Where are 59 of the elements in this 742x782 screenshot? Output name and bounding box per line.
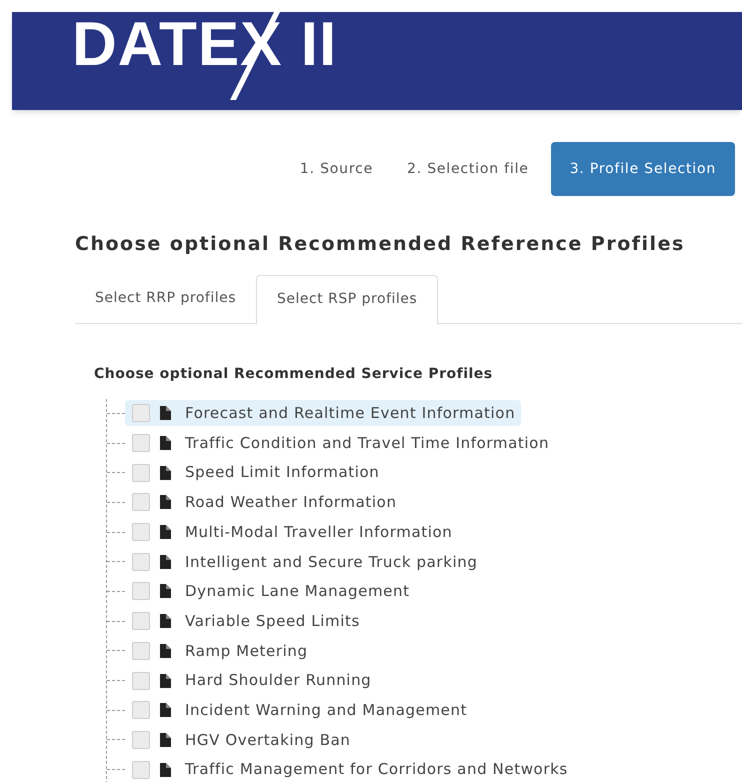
checkbox[interactable] <box>132 464 150 482</box>
tree-item[interactable]: Variable Speed Limits <box>125 608 366 634</box>
checkbox[interactable] <box>132 434 150 452</box>
profile-tab[interactable]: Select RRP profiles <box>75 274 256 322</box>
checkbox[interactable] <box>132 523 150 542</box>
tree-item[interactable]: Intelligent and Secure Truck parking <box>125 548 484 575</box>
tree-item[interactable]: Ramp Metering <box>125 638 314 664</box>
file-icon <box>160 674 171 688</box>
tree-item[interactable]: Dynamic Lane Management <box>125 578 416 604</box>
file-icon <box>160 525 171 540</box>
item-label: Road Weather Information <box>185 492 397 514</box>
item-label: HGV Overtaking Ban <box>185 730 351 751</box>
item-label: Traffic Management for Corridors and Networks <box>185 759 568 780</box>
checkbox[interactable] <box>132 552 150 571</box>
tree-item[interactable]: HGV Overtaking Ban <box>125 726 357 753</box>
tree-item[interactable]: Traffic Management for Corridors and Networks <box>125 756 574 782</box>
file-icon <box>160 614 171 628</box>
checkbox[interactable] <box>132 582 150 600</box>
file-icon <box>160 406 171 420</box>
item-label: Intelligent and Secure Truck parking <box>185 552 478 573</box>
item-label: Hard Shoulder Running <box>185 670 372 692</box>
checkbox[interactable] <box>132 642 150 660</box>
file-icon <box>160 436 171 450</box>
item-label: Variable Speed Limits <box>185 610 360 632</box>
item-label: Traffic Condition and Travel Time Information <box>185 432 550 454</box>
file-icon <box>160 644 171 658</box>
item-label: Incident Warning and Management <box>185 700 468 721</box>
step-tab[interactable]: 3. Profile Selection <box>550 142 735 196</box>
file-icon <box>160 584 171 598</box>
file-icon <box>160 495 171 510</box>
tree-item[interactable]: Forecast and Realtime Event Information <box>125 400 522 426</box>
checkbox[interactable] <box>132 404 150 422</box>
tree-item[interactable]: Road Weather Information <box>125 489 403 516</box>
profile-tab[interactable]: Select RSP profiles <box>256 274 438 324</box>
checkbox[interactable] <box>132 701 150 720</box>
tree-item[interactable]: Traffic Condition and Travel Time Information <box>125 430 556 456</box>
file-icon <box>160 732 171 747</box>
item-label: Ramp Metering <box>185 640 308 662</box>
file-icon <box>160 703 171 718</box>
heading: Choose optional Recommended Reference Profiles <box>75 232 686 257</box>
checkbox[interactable] <box>132 672 150 690</box>
tree-item[interactable]: Hard Shoulder Running <box>125 668 378 694</box>
item-label: Dynamic Lane Management <box>185 581 410 602</box>
tree-item[interactable]: Speed Limit Information <box>125 460 386 486</box>
checkbox[interactable] <box>132 612 150 630</box>
item-label: Multi-Modal Traveller Information <box>185 522 452 543</box>
file-icon <box>160 466 171 480</box>
step-tab[interactable]: 1. Source <box>288 142 385 196</box>
tree-item[interactable]: Multi-Modal Traveller Information <box>125 519 458 546</box>
step-tab[interactable]: 2. Selection file <box>394 142 541 196</box>
tree-item[interactable]: Incident Warning and Management <box>125 697 474 724</box>
file-icon <box>160 554 171 569</box>
checkbox[interactable] <box>132 730 150 749</box>
item-label: Speed Limit Information <box>185 462 380 484</box>
section-heading: Choose optional Recommended Service Profiles <box>94 364 494 384</box>
file-icon <box>160 762 171 777</box>
item-label: Forecast and Realtime Event Information <box>185 403 516 424</box>
checkbox[interactable] <box>132 493 150 512</box>
checkbox[interactable] <box>132 760 150 779</box>
